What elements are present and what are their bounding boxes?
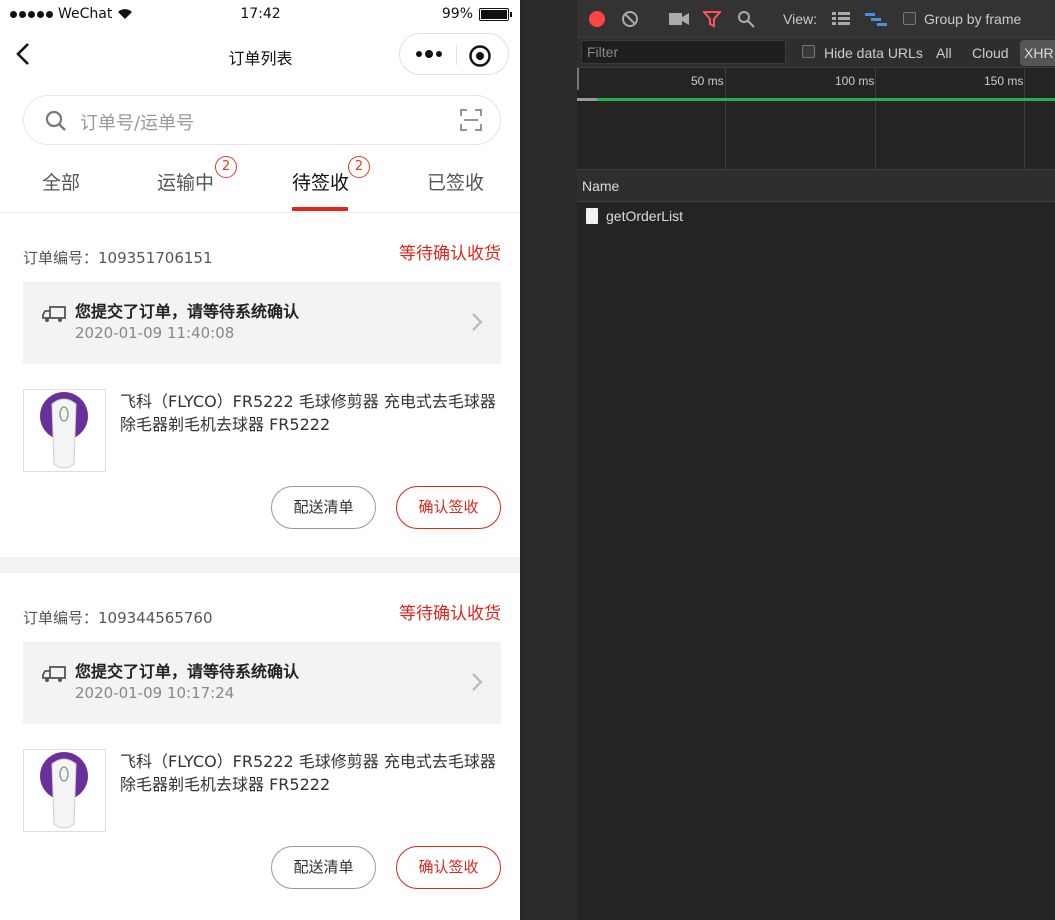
hide-data-urls-label: Hide data URLs [824, 45, 923, 61]
search-bar[interactable]: 订单号/运单号 [23, 95, 501, 145]
view-label: View: [783, 11, 817, 27]
search-input[interactable]: 订单号/运单号 [80, 109, 194, 135]
order-number: 订单编号：109344565760 [23, 609, 213, 627]
video-camera-icon[interactable] [669, 12, 689, 26]
search-icon[interactable] [737, 10, 755, 28]
scan-icon[interactable] [460, 109, 482, 131]
search-icon [45, 110, 66, 131]
timeline-label: 50 ms [691, 74, 724, 88]
network-timeline: 50 ms 100 ms 150 ms [577, 68, 1055, 170]
timeline-gridline [1024, 68, 1025, 170]
hide-data-urls-checkbox[interactable] [802, 45, 815, 58]
order-number: 订单编号：109351706151 [23, 249, 213, 267]
request-name: getOrderList [606, 208, 684, 224]
capsule-divider [456, 45, 457, 65]
timeline-activity-bar [577, 98, 1055, 101]
list-view-icon[interactable] [832, 12, 850, 26]
request-row[interactable]: getOrderList [577, 203, 1055, 231]
confirm-receipt-button[interactable]: 确认签收 [396, 486, 501, 529]
target-close-icon [469, 45, 491, 67]
group-by-frame-checkbox[interactable] [903, 12, 916, 25]
filter-input[interactable]: Filter [581, 40, 786, 64]
group-by-frame-label: Group by frame [924, 11, 1022, 27]
tracking-summary[interactable]: 您提交了订单，请等待系统确认 2020-01-09 11:40:08 [23, 282, 501, 364]
order-status: 等待确认收货 [399, 244, 501, 264]
confirm-receipt-button[interactable]: 确认签收 [396, 846, 501, 889]
product-image[interactable] [23, 749, 106, 832]
timeline-label: 100 ms [835, 74, 875, 88]
wechat-simulator: WeChat 17:42 99% 订单列表 订单号/运单号 全部 运输中 2 待… [0, 0, 521, 920]
tracking-time: 2020-01-09 11:40:08 [75, 324, 235, 342]
delivery-list-button[interactable]: 配送清单 [271, 846, 376, 889]
product-name: 飞科（FLYCO）FR5222 毛球修剪器 充电式去毛球器除毛器剃毛机去球器 F… [120, 752, 496, 794]
lint-remover-image [40, 392, 88, 469]
tracking-message: 您提交了订单，请等待系统确认 [75, 302, 300, 321]
timeline-gridline [875, 68, 876, 170]
timeline-start-marker [577, 68, 579, 90]
chevron-right-icon [472, 673, 483, 691]
lint-remover-image [40, 752, 88, 829]
tab-received[interactable]: 已签收 [427, 168, 484, 195]
battery-percent: 99% [441, 6, 473, 22]
timeline-waiting-bar [577, 98, 597, 101]
order-status: 等待确认收货 [399, 604, 501, 624]
tracking-time: 2020-01-09 10:17:24 [75, 684, 235, 702]
filter-icon[interactable] [703, 10, 721, 28]
filter-bar: Filter Hide data URLs All Cloud XHR [577, 38, 1055, 68]
order-card: 订单编号：109351706151 等待确认收货 您提交了订单，请等待系统确认 … [0, 214, 520, 559]
mini-program-capsule [399, 33, 509, 75]
timeline-gridline [725, 68, 726, 170]
document-icon [586, 208, 598, 224]
product-name: 飞科（FLYCO）FR5222 毛球修剪器 充电式去毛球器除毛器剃毛机去球器 F… [120, 392, 496, 434]
filter-all[interactable]: All [936, 45, 952, 61]
close-miniprogram-button[interactable] [468, 44, 492, 68]
chevron-right-icon [472, 313, 483, 331]
filter-cloud[interactable]: Cloud [972, 45, 1009, 61]
more-dots-icon [416, 50, 442, 58]
battery-icon [479, 7, 512, 21]
tracking-summary[interactable]: 您提交了订单，请等待系统确认 2020-01-09 10:17:24 [23, 642, 501, 724]
tab-in-transit[interactable]: 运输中 2 [157, 156, 237, 195]
order-card: 订单编号：109344565760 等待确认收货 您提交了订单，请等待系统确认 … [0, 574, 520, 919]
nav-bar: 订单列表 [0, 30, 520, 80]
truck-icon [42, 666, 66, 682]
devtools-network-panel: View: Group by frame Filter Hide data UR… [522, 0, 1055, 920]
product-image[interactable] [23, 389, 106, 472]
active-tab-indicator [292, 207, 348, 211]
network-toolbar: View: Group by frame [577, 0, 1055, 38]
more-button[interactable] [414, 47, 444, 61]
order-divider [0, 557, 520, 573]
truck-icon [42, 306, 66, 322]
timeline-label: 150 ms [984, 74, 1024, 88]
record-button[interactable] [589, 11, 605, 27]
delivery-list-button[interactable]: 配送清单 [271, 486, 376, 529]
devtools-gutter [522, 0, 577, 920]
filter-xhr[interactable]: XHR [1020, 40, 1055, 66]
order-tabs: 全部 运输中 2 待签收 2 已签收 [0, 155, 520, 213]
tab-pending-receipt[interactable]: 待签收 2 [292, 156, 370, 195]
tab-all[interactable]: 全部 [42, 168, 80, 195]
tracking-message: 您提交了订单，请等待系统确认 [75, 662, 300, 681]
status-bar: WeChat 17:42 99% [0, 0, 520, 30]
tab-badge: 2 [348, 156, 370, 178]
clear-icon[interactable] [621, 10, 639, 28]
tab-badge: 2 [215, 156, 237, 178]
name-column-header[interactable]: Name [577, 170, 1055, 202]
waterfall-icon[interactable] [865, 12, 887, 26]
